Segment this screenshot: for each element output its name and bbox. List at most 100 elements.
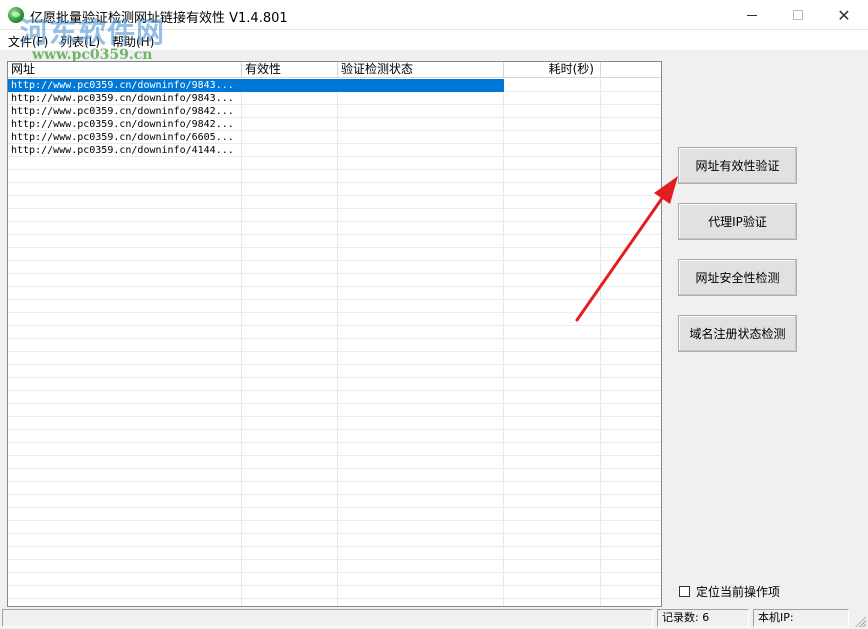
row-gridline bbox=[8, 481, 661, 482]
url-security-button[interactable]: 网址安全性检测 bbox=[678, 259, 797, 296]
menu-bar: 文件(F) 列表(L) 帮助(H) bbox=[0, 30, 868, 50]
validity-cell bbox=[242, 131, 338, 144]
status-cell bbox=[338, 131, 504, 144]
locate-current-checkbox[interactable] bbox=[679, 585, 690, 597]
validity-cell bbox=[242, 105, 338, 118]
table-row[interactable]: http://www.pc0359.cn/downinfo/9842... bbox=[8, 118, 661, 131]
time-cell bbox=[504, 105, 601, 118]
table-row[interactable]: http://www.pc0359.cn/downinfo/6605... bbox=[8, 131, 661, 144]
table-row[interactable]: http://www.pc0359.cn/downinfo/9842... bbox=[8, 105, 661, 118]
row-gridline bbox=[8, 572, 661, 573]
table-row[interactable]: http://www.pc0359.cn/downinfo/9843... bbox=[8, 92, 661, 105]
url-cell: http://www.pc0359.cn/downinfo/9843... bbox=[11, 93, 234, 104]
time-cell bbox=[504, 144, 601, 157]
validity-cell bbox=[242, 144, 338, 157]
app-globe-icon bbox=[8, 7, 24, 23]
title-bar: 亿愿批量验证检测网址链接有效性 V1.4.801 ✕ bbox=[0, 0, 868, 30]
row-gridline bbox=[8, 364, 661, 365]
row-gridline bbox=[8, 390, 661, 391]
row-gridline bbox=[8, 208, 661, 209]
url-validity-button[interactable]: 网址有效性验证 bbox=[678, 147, 797, 184]
validity-cell bbox=[242, 79, 338, 92]
status-cell bbox=[338, 92, 504, 105]
row-gridline bbox=[8, 494, 661, 495]
row-gridline bbox=[8, 351, 661, 352]
column-header-filler bbox=[601, 62, 661, 78]
column-header-url[interactable]: 网址 bbox=[8, 62, 242, 78]
row-gridline bbox=[8, 247, 661, 248]
column-divider bbox=[337, 79, 338, 606]
url-cell: http://www.pc0359.cn/downinfo/9842... bbox=[11, 119, 234, 130]
status-bar: 记录数: 6 本机IP: bbox=[0, 607, 868, 629]
list-header: 网址 有效性 验证检测状态 耗时(秒) bbox=[8, 62, 661, 78]
row-gridline bbox=[8, 442, 661, 443]
record-count: 记录数: 6 bbox=[657, 609, 749, 627]
column-divider bbox=[600, 79, 601, 606]
row-gridline bbox=[8, 260, 661, 261]
locate-current-option[interactable]: 定位当前操作项 bbox=[679, 584, 781, 599]
menu-list[interactable]: 列表(L) bbox=[60, 33, 100, 50]
status-cell bbox=[338, 79, 504, 92]
row-gridline bbox=[8, 403, 661, 404]
row-gridline bbox=[8, 338, 661, 339]
row-gridline bbox=[8, 520, 661, 521]
row-gridline bbox=[8, 273, 661, 274]
close-button[interactable]: ✕ bbox=[821, 0, 867, 30]
list-body: http://www.pc0359.cn/downinfo/9843... ht… bbox=[8, 79, 661, 606]
time-cell bbox=[504, 92, 601, 105]
status-cell bbox=[338, 118, 504, 131]
row-gridline bbox=[8, 546, 661, 547]
time-cell bbox=[504, 79, 601, 92]
row-gridline bbox=[8, 195, 661, 196]
url-cell: http://www.pc0359.cn/downinfo/4144... bbox=[11, 145, 234, 156]
column-divider bbox=[503, 79, 504, 606]
column-header-time[interactable]: 耗时(秒) bbox=[504, 62, 601, 78]
table-row[interactable]: http://www.pc0359.cn/downinfo/9843... bbox=[8, 79, 661, 92]
maximize-icon bbox=[793, 10, 803, 20]
row-gridline bbox=[8, 377, 661, 378]
row-gridline bbox=[8, 312, 661, 313]
row-gridline bbox=[8, 169, 661, 170]
row-gridline bbox=[8, 559, 661, 560]
validity-cell bbox=[242, 92, 338, 105]
time-cell bbox=[504, 118, 601, 131]
status-cell bbox=[338, 105, 504, 118]
row-gridline bbox=[8, 234, 661, 235]
row-gridline bbox=[8, 182, 661, 183]
row-gridline bbox=[8, 507, 661, 508]
row-gridline bbox=[8, 455, 661, 456]
minimize-button[interactable] bbox=[729, 0, 775, 30]
row-gridline bbox=[8, 416, 661, 417]
column-header-validity[interactable]: 有效性 bbox=[242, 62, 338, 78]
url-cell: http://www.pc0359.cn/downinfo/6605... bbox=[11, 132, 234, 143]
column-divider bbox=[241, 79, 242, 606]
table-row[interactable]: http://www.pc0359.cn/downinfo/4144... bbox=[8, 144, 661, 157]
row-gridline bbox=[8, 533, 661, 534]
status-panel-main bbox=[2, 609, 653, 627]
row-gridline bbox=[8, 299, 661, 300]
url-cell: http://www.pc0359.cn/downinfo/9842... bbox=[11, 106, 234, 117]
resize-grip-icon[interactable] bbox=[854, 615, 866, 627]
row-gridline bbox=[8, 598, 661, 599]
row-gridline bbox=[8, 468, 661, 469]
window-title: 亿愿批量验证检测网址链接有效性 V1.4.801 bbox=[30, 11, 288, 26]
url-list-view[interactable]: 网址 有效性 验证检测状态 耗时(秒) http://www.pc0359.cn… bbox=[7, 61, 662, 607]
close-icon: ✕ bbox=[837, 5, 851, 25]
row-gridline bbox=[8, 325, 661, 326]
row-gridline bbox=[8, 585, 661, 586]
local-ip: 本机IP: bbox=[753, 609, 849, 627]
validity-cell bbox=[242, 118, 338, 131]
column-header-status[interactable]: 验证检测状态 bbox=[338, 62, 504, 78]
menu-help[interactable]: 帮助(H) bbox=[112, 33, 154, 50]
url-cell: http://www.pc0359.cn/downinfo/9843... bbox=[11, 80, 234, 91]
locate-current-label: 定位当前操作项 bbox=[696, 584, 781, 599]
menu-file[interactable]: 文件(F) bbox=[8, 33, 48, 50]
status-cell bbox=[338, 144, 504, 157]
domain-registration-button[interactable]: 域名注册状态检测 bbox=[678, 315, 797, 352]
row-gridline bbox=[8, 429, 661, 430]
time-cell bbox=[504, 131, 601, 144]
row-gridline bbox=[8, 221, 661, 222]
maximize-button[interactable] bbox=[775, 0, 821, 30]
proxy-ip-button[interactable]: 代理IP验证 bbox=[678, 203, 797, 240]
minimize-icon bbox=[747, 14, 757, 16]
